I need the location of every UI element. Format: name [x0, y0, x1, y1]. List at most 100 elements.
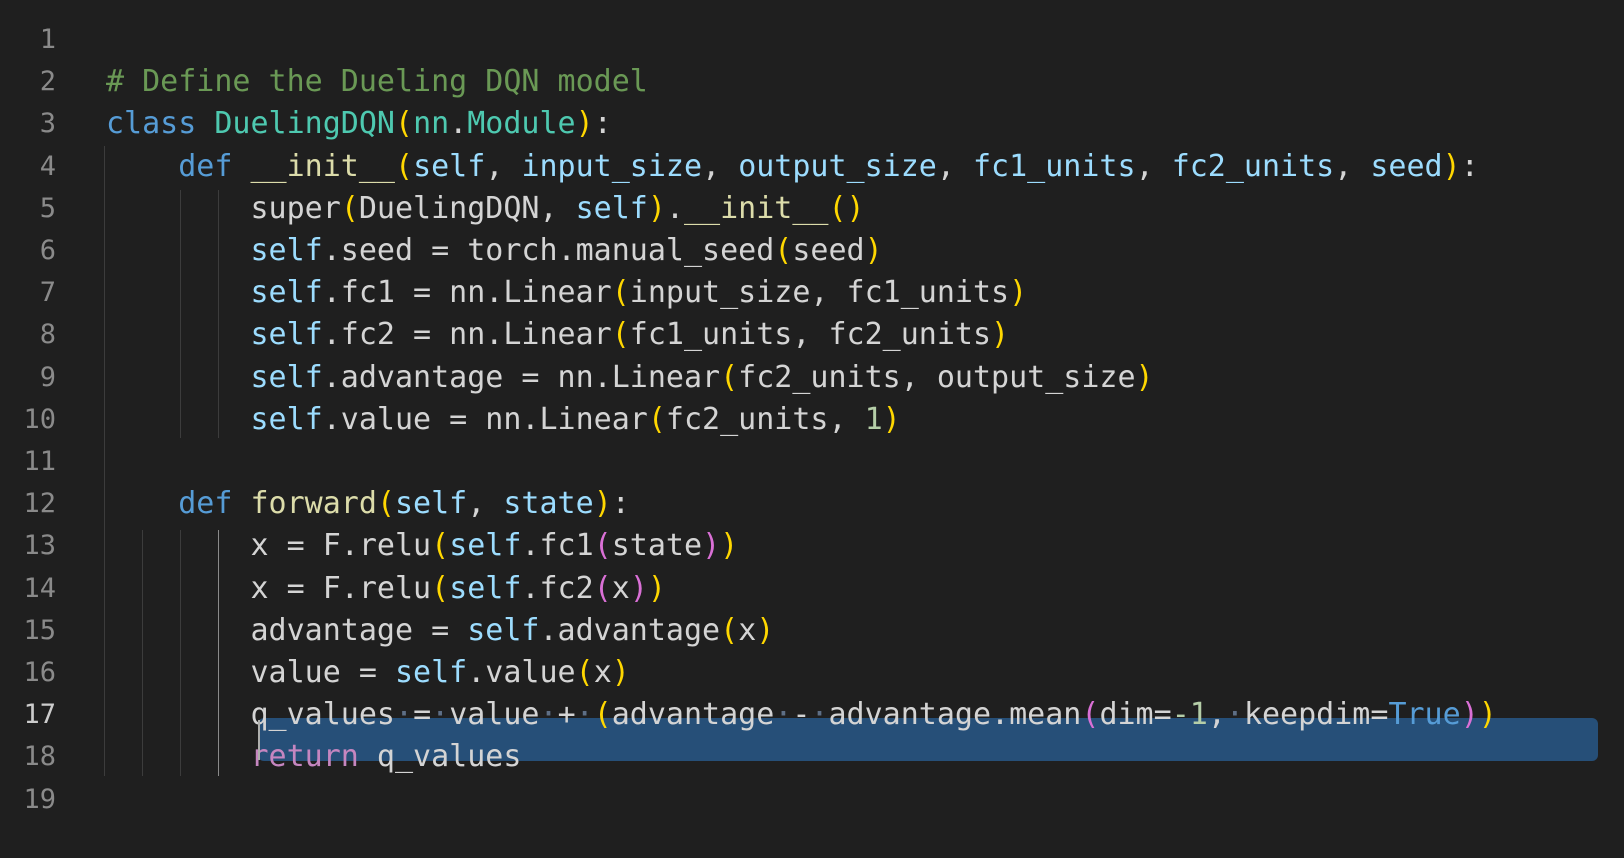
code-token: x: [593, 655, 612, 690]
code-token: seed: [792, 233, 865, 268]
code-token: ): [864, 233, 883, 268]
code-line[interactable]: 9 self.advantage = nn.Linear(fc2_units, …: [0, 356, 1624, 400]
code-token: :: [593, 106, 612, 142]
code-token: ): [575, 106, 594, 142]
code-token: self: [467, 612, 540, 648]
code-token: ·: [575, 697, 594, 733]
code-token: self: [250, 233, 323, 268]
code-token: def: [178, 148, 233, 184]
code-token: x: [611, 570, 630, 606]
code-line[interactable]: 17 q_values·=·value·+·(advantage·-·advan…: [0, 693, 1624, 737]
code-line[interactable]: 11: [0, 440, 1624, 484]
code-line[interactable]: 5 super(DuelingDQN, self).__init__(): [0, 187, 1624, 231]
code-token: self: [250, 275, 323, 311]
code-token: 1: [864, 401, 883, 437]
line-number: 19: [23, 783, 56, 815]
line-number: 18: [23, 741, 56, 773]
code-token: ): [611, 655, 630, 690]
code-token: -1: [1171, 697, 1208, 733]
code-line[interactable]: 6 self.seed = torch.manual_seed(seed): [0, 229, 1624, 273]
code-line[interactable]: 12 def forward(self, state):: [0, 482, 1624, 526]
code-token: ,: [1334, 148, 1371, 184]
code-token: ,: [1207, 697, 1226, 733]
code-token: ): [991, 317, 1010, 353]
code-token: .value = nn.Linear: [322, 401, 648, 437]
line-code: def forward(self, state):: [106, 482, 630, 526]
line-number: 7: [39, 277, 56, 309]
code-token: ,: [467, 486, 504, 522]
code-line[interactable]: 8 self.fc2 = nn.Linear(fc1_units, fc2_un…: [0, 313, 1624, 357]
code-token: +: [557, 697, 576, 733]
code-token: (: [774, 233, 793, 268]
code-line[interactable]: 18 return q_values: [0, 735, 1624, 779]
code-token: self: [449, 570, 522, 606]
code-token: def: [178, 486, 233, 522]
line-number: 11: [23, 446, 56, 477]
line-code: q_values·=·value·+·(advantage·-·advantag…: [106, 693, 1497, 737]
code-editor[interactable]: 1 2 # Define the Dueling DQN model 3 class D…: [0, 0, 1624, 858]
line-number: 5: [39, 192, 56, 224]
line-code: self.value = nn.Linear(fc2_units, 1): [106, 398, 901, 442]
code-token: .: [449, 106, 468, 142]
code-token: x = F.relu: [250, 570, 432, 606]
code-token: super: [250, 190, 341, 226]
line-number: 3: [39, 108, 56, 140]
code-token: advantage: [611, 697, 775, 733]
code-line[interactable]: 14 x = F.relu(self.fc2(x)): [0, 567, 1624, 611]
code-token: fc2_units: [1171, 148, 1335, 184]
code-token: ): [647, 570, 666, 606]
code-token: .seed = torch.manual_seed: [322, 233, 775, 268]
code-token: forward: [250, 486, 377, 522]
code-line[interactable]: 19: [0, 778, 1624, 822]
code-line[interactable]: 13 x = F.relu(self.fc1(state)): [0, 524, 1624, 568]
code-token: dim=: [1099, 697, 1172, 733]
line-number: 4: [39, 150, 56, 182]
code-token: ,: [936, 148, 973, 184]
code-token: self: [395, 655, 468, 690]
code-token: .value: [467, 655, 576, 690]
code-token: ): [647, 190, 666, 226]
code-line[interactable]: 3 class DuelingDQN(nn.Module):: [0, 102, 1624, 146]
code-line[interactable]: 10 self.value = nn.Linear(fc2_units, 1): [0, 398, 1624, 442]
code-token: ): [1442, 148, 1461, 184]
code-token: (: [431, 528, 450, 564]
line-number: 8: [39, 319, 56, 351]
code-token: advantage.mean: [828, 697, 1082, 733]
line-code: return q_values: [106, 735, 522, 779]
code-line[interactable]: 16 value = self.value(x): [0, 651, 1624, 695]
code-token: ): [720, 528, 739, 564]
code-token: DuelingDQN: [358, 190, 540, 226]
code-line[interactable]: 7 self.fc1 = nn.Linear(input_size, fc1_u…: [0, 271, 1624, 315]
line-code: super(DuelingDQN, self).__init__(): [106, 187, 865, 231]
code-token: -: [792, 697, 811, 733]
code-token: ·: [395, 697, 414, 733]
code-token: # Define the Dueling DQN model: [106, 64, 648, 100]
code-token: True: [1388, 697, 1461, 733]
line-number: 15: [23, 614, 56, 646]
code-line[interactable]: 15 advantage = self.advantage(x): [0, 609, 1624, 653]
code-line[interactable]: 2 # Define the Dueling DQN model: [0, 60, 1624, 104]
code-token: (: [593, 697, 612, 733]
code-token: __init__: [250, 148, 396, 184]
code-token: .fc2 = nn.Linear: [322, 317, 612, 353]
line-number: 2: [39, 66, 56, 98]
code-line[interactable]: 1: [0, 18, 1624, 62]
code-token: q_values: [358, 739, 522, 775]
line-code: self.fc2 = nn.Linear(fc1_units, fc2_unit…: [106, 313, 1010, 357]
code-token: seed: [1370, 148, 1443, 184]
code-token: ·: [539, 697, 558, 733]
code-token: (: [593, 570, 612, 606]
code-token: (: [720, 612, 739, 648]
line-code: self.seed = torch.manual_seed(seed): [106, 229, 883, 273]
code-token: fc2_units,: [665, 401, 865, 437]
code-token: ): [629, 570, 648, 606]
code-token: .fc2: [521, 570, 594, 606]
code-token: ·: [431, 697, 450, 733]
code-token: (: [1081, 697, 1100, 733]
code-line[interactable]: 4 def __init__(self, input_size, output_…: [0, 145, 1624, 189]
code-token: ): [1478, 697, 1497, 733]
code-token: value =: [250, 655, 395, 690]
